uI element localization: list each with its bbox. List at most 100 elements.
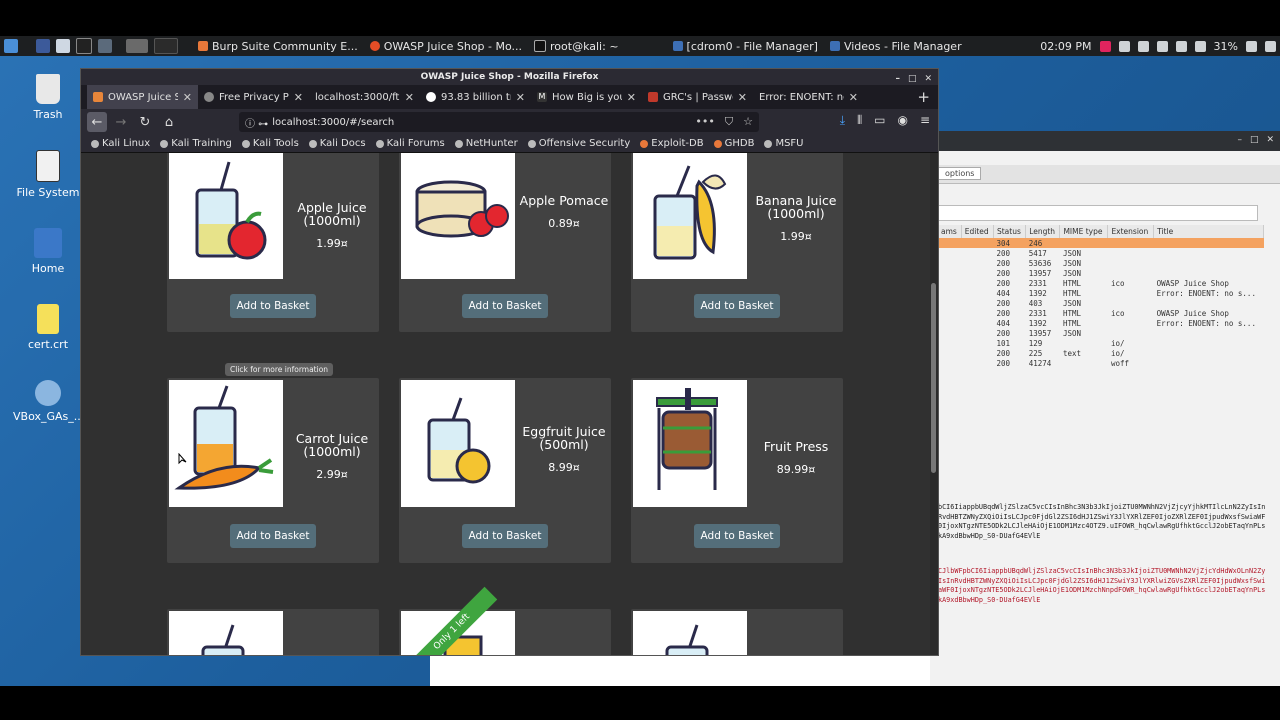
url-bar[interactable]: ⓘ ⊶ localhost:3000/#/search ••• ⛉ ☆ (239, 112, 759, 132)
tab-google[interactable]: 93.83 billion trillic ✕ (420, 85, 531, 109)
clock[interactable]: 02:09 PM (1040, 40, 1091, 53)
add-to-basket-button[interactable]: Add to Basket (462, 524, 548, 548)
table-row[interactable]: 304 246 (938, 238, 1264, 248)
tab-juice-shop[interactable]: OWASP Juice Sho ✕ (87, 85, 198, 109)
desktop-icon-cert[interactable]: cert.crt (13, 304, 83, 351)
show-desktop-icon[interactable] (36, 39, 50, 53)
workspace-1-icon[interactable] (126, 39, 148, 53)
tab-error[interactable]: Error: ENOENT: no su ✕ (753, 85, 864, 109)
download-icon[interactable]: ⤓ (840, 113, 845, 128)
close-icon[interactable]: ✕ (405, 91, 414, 104)
column-header[interactable]: Status (993, 225, 1027, 238)
table-row[interactable]: 200 2331 HTML ico OWASP Juice Shop (938, 278, 1264, 288)
file-manager-icon[interactable] (56, 39, 70, 53)
product-image[interactable] (633, 380, 747, 507)
table-row[interactable]: 101 129 io/ (938, 338, 1264, 348)
lock-icon[interactable] (1246, 40, 1257, 52)
product-card[interactable]: Apple Juice (1000ml) 1.99¤ Add to Basket (167, 153, 379, 332)
product-image[interactable] (633, 611, 747, 655)
product-image[interactable] (169, 380, 283, 507)
back-icon[interactable]: ← (87, 112, 107, 132)
product-image[interactable] (401, 153, 515, 279)
bookmark-kali-training[interactable]: Kali Training (160, 138, 232, 149)
bookmark-nethunter[interactable]: NetHunter (454, 138, 518, 149)
home-icon[interactable]: ⌂ (159, 112, 179, 132)
burp-tab-options[interactable]: options (938, 167, 982, 180)
power-icon[interactable] (1265, 40, 1276, 52)
terminal-launcher-icon[interactable] (76, 38, 92, 54)
new-tab-icon[interactable]: + (917, 88, 930, 106)
column-header[interactable]: MIME type (1059, 225, 1109, 238)
task-terminal[interactable]: root@kali: ~ (528, 40, 625, 53)
table-row[interactable]: 200 403 JSON (938, 298, 1264, 308)
task-firefox[interactable]: OWASP Juice Shop - Mo... (364, 40, 528, 53)
product-card[interactable]: Carrot Juice (1000ml) 2.99¤ Add to Baske… (167, 378, 379, 563)
product-card[interactable]: Apple Pomace 0.89¤ Add to Basket (399, 153, 611, 332)
bookmark-kali-docs[interactable]: Kali Docs (308, 138, 366, 149)
table-row[interactable]: 200 5417 JSON (938, 248, 1264, 258)
bookmark-kali-forums[interactable]: Kali Forums (375, 138, 445, 149)
network-icon[interactable] (1156, 40, 1168, 52)
bookmark-kali-linux[interactable]: Kali Linux (91, 138, 150, 149)
notification-icon[interactable] (1175, 40, 1187, 52)
bookmark-msfu[interactable]: MSFU (764, 138, 804, 149)
site-info-icon[interactable]: ⓘ ⊶ (245, 115, 268, 130)
add-to-basket-button[interactable]: Add to Basket (230, 524, 316, 548)
close-icon[interactable]: ✕ (738, 91, 747, 104)
add-to-basket-button[interactable]: Add to Basket (462, 294, 548, 318)
page-actions-icon[interactable]: ••• (695, 115, 714, 129)
minimize-icon[interactable]: – (1237, 135, 1242, 145)
desktop-icon-trash[interactable]: Trash (13, 74, 83, 121)
sidebar-icon[interactable]: ▭ (874, 113, 885, 128)
close-icon[interactable]: ✕ (627, 91, 636, 104)
desktop-icon-vbox[interactable]: VBox_GAs_... (13, 380, 84, 423)
add-to-basket-button[interactable]: Add to Basket (694, 294, 780, 318)
desktop-icon-home[interactable]: Home (13, 228, 83, 275)
add-to-basket-button[interactable]: Add to Basket (230, 294, 316, 318)
close-icon[interactable]: ✕ (849, 91, 858, 104)
column-header[interactable]: Length (1025, 225, 1061, 238)
menu-icon[interactable]: ≡ (920, 113, 930, 128)
column-header[interactable]: Extension (1107, 225, 1155, 238)
table-row[interactable]: 200 225 text io/ (938, 348, 1264, 358)
pocket-icon[interactable]: ⛉ (725, 115, 733, 129)
close-icon[interactable]: ✕ (516, 91, 525, 104)
bookmark-ghdb[interactable]: GHDB (713, 138, 754, 149)
product-image[interactable] (633, 153, 747, 279)
library-icon[interactable]: ⫴ (857, 113, 862, 128)
tab-privacy-policy[interactable]: Free Privacy Polic ✕ (198, 85, 309, 109)
table-row[interactable]: 200 13957 JSON (938, 268, 1264, 278)
product-card[interactable] (167, 609, 379, 655)
workspace-2-icon[interactable] (154, 38, 178, 54)
task-cdrom[interactable]: [cdrom0 - File Manager] (667, 40, 824, 53)
bookmark-kali-tools[interactable]: Kali Tools (241, 138, 299, 149)
table-row[interactable]: 200 13957 JSON (938, 328, 1264, 338)
column-header[interactable]: Edited (961, 225, 994, 238)
kali-menu-icon[interactable] (4, 39, 18, 53)
account-icon[interactable]: ◉ (897, 113, 907, 128)
product-card[interactable] (631, 609, 843, 655)
product-card[interactable]: Banana Juice (1000ml) 1.99¤ Add to Baske… (631, 153, 843, 332)
burp-filter-input[interactable] (938, 205, 1258, 221)
column-header[interactable]: Title (1153, 225, 1264, 238)
tab-grc[interactable]: GRC's | Password ✕ (642, 85, 753, 109)
product-image[interactable] (169, 611, 283, 655)
table-row[interactable]: 200 2331 HTML ico OWASP Juice Shop (938, 308, 1264, 318)
bookmark-exploit-db[interactable]: Exploit-DB (640, 138, 704, 149)
camera-icon[interactable] (1118, 40, 1130, 52)
close-icon[interactable]: ✕ (183, 91, 192, 104)
task-videos[interactable]: Videos - File Manager (824, 40, 968, 53)
tab-ftp[interactable]: localhost:3000/ftp/le ✕ (309, 85, 420, 109)
recording-icon[interactable] (1099, 40, 1111, 52)
table-row[interactable]: 200 41274 woff (938, 358, 1264, 368)
bookmark-offensive-security[interactable]: Offensive Security (527, 138, 630, 149)
scrollbar-thumb[interactable] (931, 283, 936, 473)
desktop-icon-file-system[interactable]: File System (13, 150, 83, 199)
table-row[interactable]: 404 1392 HTML Error: ENOENT: no s... (938, 318, 1264, 328)
screen-icon[interactable] (1137, 40, 1149, 52)
column-header[interactable]: ams (938, 225, 962, 238)
product-card[interactable]: Fruit Press 89.99¤ Add to Basket (631, 378, 843, 563)
product-image[interactable] (169, 153, 283, 279)
product-image[interactable] (401, 380, 515, 507)
product-card[interactable]: Eggfruit Juice (500ml) 8.99¤ Add to Bask… (399, 378, 611, 563)
